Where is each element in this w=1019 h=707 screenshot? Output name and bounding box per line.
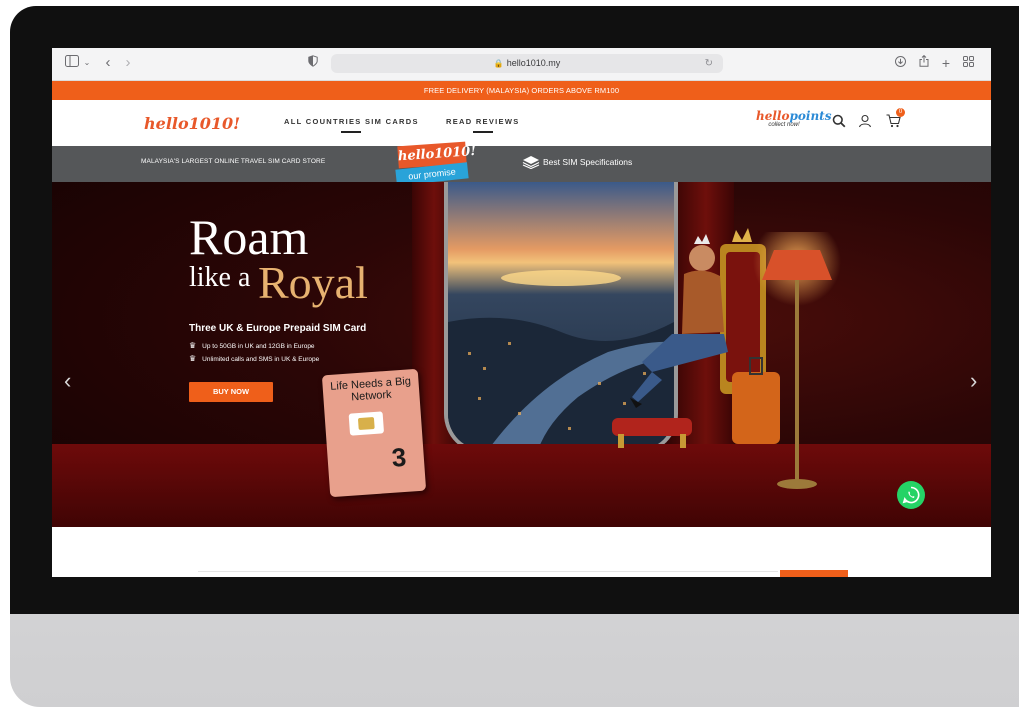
privacy-shield-icon[interactable] bbox=[306, 55, 320, 71]
info-bar: MALAYSIA'S LARGEST ONLINE TRAVEL SIM CAR… bbox=[52, 146, 991, 182]
chevron-down-icon[interactable]: ⌄ bbox=[83, 55, 91, 71]
hero-carousel: Roam like a Royal Three UK & Europe Prep… bbox=[52, 182, 991, 527]
nav-underline bbox=[341, 131, 362, 133]
nav-link-all-countries[interactable]: ALL COUNTRIES SIM CARDS bbox=[284, 117, 419, 133]
nav-link-read-reviews[interactable]: READ REVIEWS bbox=[446, 117, 520, 133]
sim-chip bbox=[348, 411, 385, 436]
nav-link-all-countries-label: ALL COUNTRIES SIM CARDS bbox=[284, 117, 419, 126]
new-tab-icon[interactable]: + bbox=[940, 55, 952, 71]
download-icon[interactable] bbox=[894, 55, 906, 71]
account-icon[interactable] bbox=[858, 114, 874, 130]
promo-banner[interactable]: FREE DELIVERY (MALAYSIA) ORDERS ABOVE RM… bbox=[52, 81, 991, 100]
share-icon[interactable] bbox=[918, 54, 930, 71]
crown-icon: ♛ bbox=[189, 341, 197, 350]
hero-title-like-a: like a bbox=[189, 262, 251, 293]
forward-icon[interactable]: › bbox=[122, 55, 134, 71]
three-logo: 3 bbox=[390, 441, 408, 473]
sim-specs-icon bbox=[522, 155, 540, 174]
tab-overview-icon[interactable] bbox=[961, 55, 975, 71]
browser-toolbar: ⌄ ‹ › 🔒 hello1010.my ↻ + bbox=[52, 48, 991, 81]
buy-now-button[interactable]: BUY NOW bbox=[189, 382, 273, 402]
sim-specs-link[interactable]: Best SIM Specifications bbox=[543, 157, 632, 167]
back-icon[interactable]: ‹ bbox=[102, 55, 114, 71]
cart-icon[interactable]: 0 bbox=[886, 108, 905, 130]
whatsapp-chat-button[interactable] bbox=[897, 481, 925, 509]
address-bar-url: hello1010.my bbox=[506, 58, 561, 68]
imac-bezel: ⌄ ‹ › 🔒 hello1010.my ↻ + FREE DELIVERY (… bbox=[10, 6, 1019, 614]
whatsapp-icon bbox=[902, 486, 920, 504]
hellopoints-wordmark: hellopoints bbox=[756, 109, 832, 123]
three-sim-card-image: Life Needs a Big Network 3 bbox=[321, 368, 427, 498]
hero-bullet: ♛ Unlimited calls and SMS in UK & Europe bbox=[189, 354, 320, 363]
floor-lamp-image bbox=[753, 232, 841, 489]
imac-device: ⌄ ‹ › 🔒 hello1010.my ↻ + FREE DELIVERY (… bbox=[10, 6, 1019, 707]
address-bar[interactable]: 🔒 hello1010.my ↻ bbox=[331, 54, 723, 73]
info-bar-tagline: MALAYSIA'S LARGEST ONLINE TRAVEL SIM CAR… bbox=[141, 158, 326, 165]
carousel-prev-button[interactable]: ‹ bbox=[64, 368, 71, 394]
nav-link-read-reviews-label: READ REVIEWS bbox=[446, 117, 520, 126]
carousel-next-button[interactable]: › bbox=[970, 368, 977, 394]
red-carpet-floor bbox=[52, 444, 991, 527]
cart-count-badge: 0 bbox=[896, 108, 905, 117]
lock-icon: 🔒 bbox=[493, 59, 504, 68]
site-header: hello1010! ALL COUNTRIES SIM CARDS READ … bbox=[52, 100, 991, 146]
sim-card-slogan: Life Needs a Big Network bbox=[329, 375, 412, 404]
below-hero-section bbox=[52, 527, 991, 577]
site-logo[interactable]: hello1010! bbox=[144, 114, 240, 133]
browser-screen: ⌄ ‹ › 🔒 hello1010.my ↻ + FREE DELIVERY (… bbox=[52, 48, 991, 577]
hero-bullet: ♛ Up to 50GB in UK and 12GB in Europe bbox=[189, 341, 315, 350]
hero-title-roam: Roam bbox=[189, 209, 309, 265]
reload-icon[interactable]: ↻ bbox=[705, 54, 713, 73]
nav-underline bbox=[472, 131, 493, 133]
search-icon[interactable] bbox=[832, 114, 848, 130]
search-box[interactable] bbox=[198, 571, 778, 577]
sidebar-toggle-icon[interactable] bbox=[64, 55, 80, 71]
hero-title-royal: Royal bbox=[258, 257, 368, 308]
crown-icon: ♛ bbox=[189, 354, 197, 363]
hellopoints-logo[interactable]: hellopoints collect now! bbox=[756, 109, 832, 128]
search-button[interactable] bbox=[780, 570, 848, 577]
hero-subtitle: Three UK & Europe Prepaid SIM Card bbox=[189, 323, 367, 334]
